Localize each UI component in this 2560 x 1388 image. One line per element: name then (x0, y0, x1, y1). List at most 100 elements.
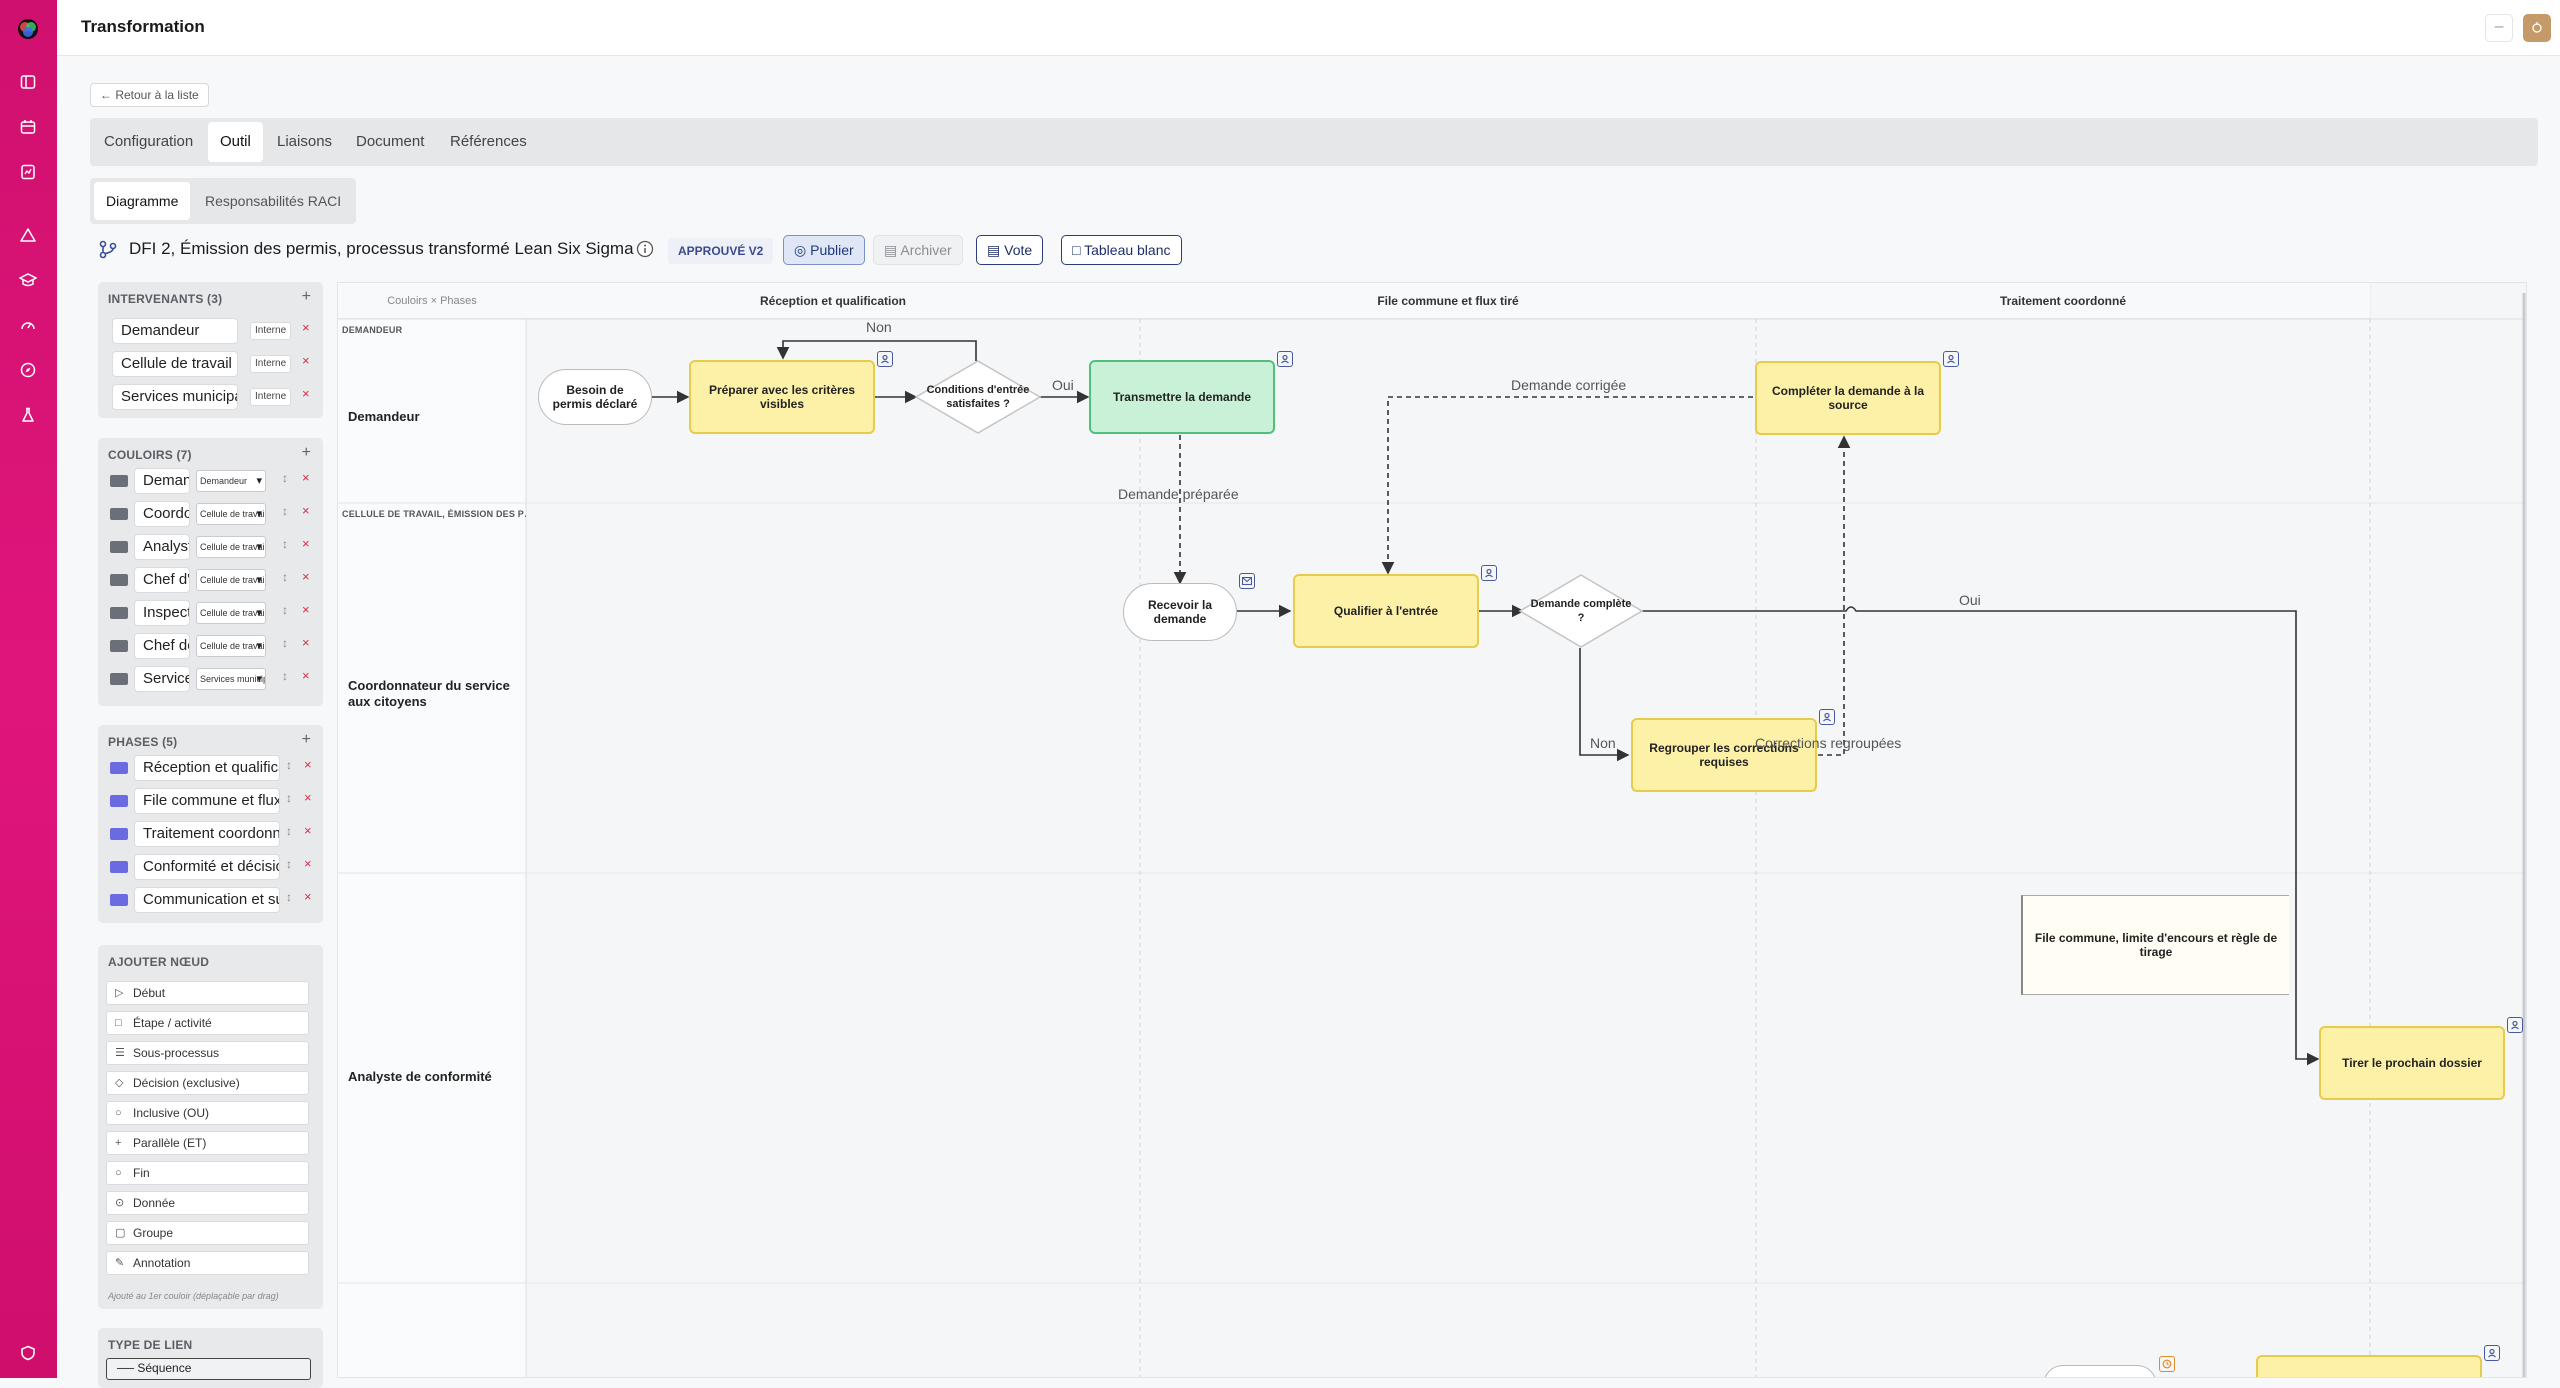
task-regrouper[interactable]: Regrouper les corrections requises (1631, 718, 1817, 792)
shield-icon[interactable] (17, 1342, 39, 1364)
reorder-arrows-icon[interactable]: ↕ (282, 504, 288, 518)
sidebar-toggle-icon[interactable] (17, 71, 39, 93)
reorder-arrows-icon[interactable]: ↕ (282, 570, 288, 584)
flask-icon[interactable] (17, 404, 39, 426)
couloir-color-swatch[interactable] (110, 607, 128, 619)
reorder-arrows-icon[interactable]: ↕ (282, 471, 288, 485)
remove-couloir-button[interactable]: × (302, 602, 310, 617)
tab-references[interactable]: Références (438, 122, 539, 162)
couloir-color-swatch[interactable] (110, 673, 128, 685)
remove-phase-button[interactable]: × (304, 856, 312, 871)
couloir-color-swatch[interactable] (110, 475, 128, 487)
reorder-arrows-icon[interactable]: ↕ (286, 824, 292, 838)
couloir-color-swatch[interactable] (110, 541, 128, 553)
add-node-group-button[interactable]: ▢ Groupe (106, 1221, 309, 1245)
phase-name[interactable]: Communication et suivi (134, 887, 280, 913)
remove-intervenant-button[interactable]: × (302, 320, 310, 335)
couloir-intervenant-select[interactable]: Cellule de travail (196, 569, 266, 591)
remove-couloir-button[interactable]: × (302, 536, 310, 551)
reorder-arrows-icon[interactable]: ↕ (282, 636, 288, 650)
couloir-color-swatch[interactable] (110, 640, 128, 652)
task-tirer[interactable]: Tirer le prochain dossier (2319, 1026, 2505, 1100)
person-icon[interactable] (1481, 565, 1497, 581)
add-node-start-button[interactable]: ▷ Début (106, 981, 309, 1005)
decision-complete[interactable]: Demande complète ? (1528, 591, 1634, 631)
add-node-subprocess-button[interactable]: ☰ Sous-processus (106, 1041, 309, 1065)
intervenant-name[interactable]: Demandeur (112, 318, 238, 344)
person-icon[interactable] (1943, 351, 1959, 367)
phase-name[interactable]: Traitement coordonné (134, 821, 280, 847)
couloir-color-swatch[interactable] (110, 574, 128, 586)
phase-name[interactable]: Réception et qualification (134, 755, 280, 781)
annotation-note[interactable]: File commune, limite d'encours et règle … (2021, 895, 2289, 995)
report-icon[interactable] (17, 161, 39, 183)
remove-intervenant-button[interactable]: × (302, 386, 310, 401)
intervenant-type[interactable]: Interne (250, 322, 292, 340)
remove-intervenant-button[interactable]: × (302, 353, 310, 368)
whiteboard-button[interactable]: □ Tableau blanc (1061, 235, 1182, 265)
clock-icon[interactable] (2159, 1356, 2175, 1372)
reorder-arrows-icon[interactable]: ↕ (286, 890, 292, 904)
person-icon[interactable] (2507, 1017, 2523, 1033)
couloir-name[interactable]: Inspecteur (134, 600, 190, 626)
reorder-arrows-icon[interactable]: ↕ (286, 758, 292, 772)
start-event[interactable]: Besoin de permis déclaré (538, 369, 652, 425)
task-qualifier[interactable]: Qualifier à l'entrée (1293, 574, 1479, 648)
remove-couloir-button[interactable]: × (302, 668, 310, 683)
vote-button[interactable]: ▤ Vote (976, 235, 1044, 265)
remove-phase-button[interactable]: × (304, 889, 312, 904)
back-to-list-button[interactable]: ← Retour à la liste (90, 83, 209, 107)
person-icon[interactable] (1277, 351, 1293, 367)
add-couloir-button[interactable]: + (302, 444, 311, 462)
couloir-intervenant-select[interactable]: Cellule de travail (196, 503, 266, 525)
intervenant-type[interactable]: Interne (250, 388, 292, 406)
task-preparer[interactable]: Préparer avec les critères visibles (689, 360, 875, 434)
reorder-arrows-icon[interactable]: ↕ (286, 857, 292, 871)
info-icon[interactable] (636, 240, 654, 263)
tab-document[interactable]: Document (344, 122, 436, 162)
remove-phase-button[interactable]: × (304, 757, 312, 772)
reorder-arrows-icon[interactable]: ↕ (286, 791, 292, 805)
intervenant-name[interactable]: Cellule de travail (112, 351, 238, 377)
tab-outil[interactable]: Outil (208, 122, 263, 162)
phase-color-swatch[interactable] (110, 894, 128, 906)
person-icon[interactable] (877, 351, 893, 367)
reorder-arrows-icon[interactable]: ↕ (282, 537, 288, 551)
tab-configuration[interactable]: Configuration (92, 122, 205, 162)
couloir-name[interactable]: Analyste (134, 534, 190, 560)
phase-name[interactable]: File commune et flux tiré (134, 788, 280, 814)
remove-couloir-button[interactable]: × (302, 635, 310, 650)
reorder-arrows-icon[interactable]: ↕ (282, 669, 288, 683)
add-node-parallel-button[interactable]: + Parallèle (ET) (106, 1131, 309, 1155)
tab-liaisons[interactable]: Liaisons (265, 122, 344, 162)
phase-color-swatch[interactable] (110, 795, 128, 807)
couloir-intervenant-select[interactable]: Demandeur (196, 470, 266, 492)
warning-icon[interactable] (17, 224, 39, 246)
subtab-raci[interactable]: Responsabilités RACI (193, 182, 353, 220)
remove-couloir-button[interactable]: × (302, 569, 310, 584)
add-node-annotation-button[interactable]: ✎ Annotation (106, 1251, 309, 1275)
phase-color-swatch[interactable] (110, 828, 128, 840)
link-type-sequence[interactable]: ── Séquence (106, 1358, 311, 1380)
couloir-name[interactable]: Chef d'équipe (134, 567, 190, 593)
mail-icon[interactable] (1239, 573, 1255, 589)
task-partial[interactable] (2256, 1355, 2482, 1377)
publish-button[interactable]: ◎ Publier (783, 235, 865, 265)
phase-color-swatch[interactable] (110, 762, 128, 774)
decision-conditions[interactable]: Conditions d'entrée satisfaites ? (923, 377, 1033, 417)
add-node-inclusive-button[interactable]: ○ Inclusive (OU) (106, 1101, 309, 1125)
couloir-name[interactable]: Chef de division (134, 633, 190, 659)
task-completer[interactable]: Compléter la demande à la source (1755, 361, 1941, 435)
add-phase-button[interactable]: + (302, 731, 311, 749)
gauge-icon[interactable] (17, 314, 39, 336)
couloir-name[interactable]: Services (134, 666, 190, 692)
compass-icon[interactable] (17, 359, 39, 381)
subtab-diagramme[interactable]: Diagramme (94, 182, 191, 220)
couloir-intervenant-select[interactable]: Cellule de travail (196, 536, 266, 558)
add-node-decision-button[interactable]: ◇ Décision (exclusive) (106, 1071, 309, 1095)
couloir-intervenant-select[interactable]: Cellule de travail (196, 635, 266, 657)
logo-icon[interactable] (17, 18, 39, 40)
intervenant-name[interactable]: Services municipaux (112, 384, 238, 410)
phase-name[interactable]: Conformité et décision (134, 854, 280, 880)
task-transmettre[interactable]: Transmettre la demande (1089, 360, 1275, 434)
